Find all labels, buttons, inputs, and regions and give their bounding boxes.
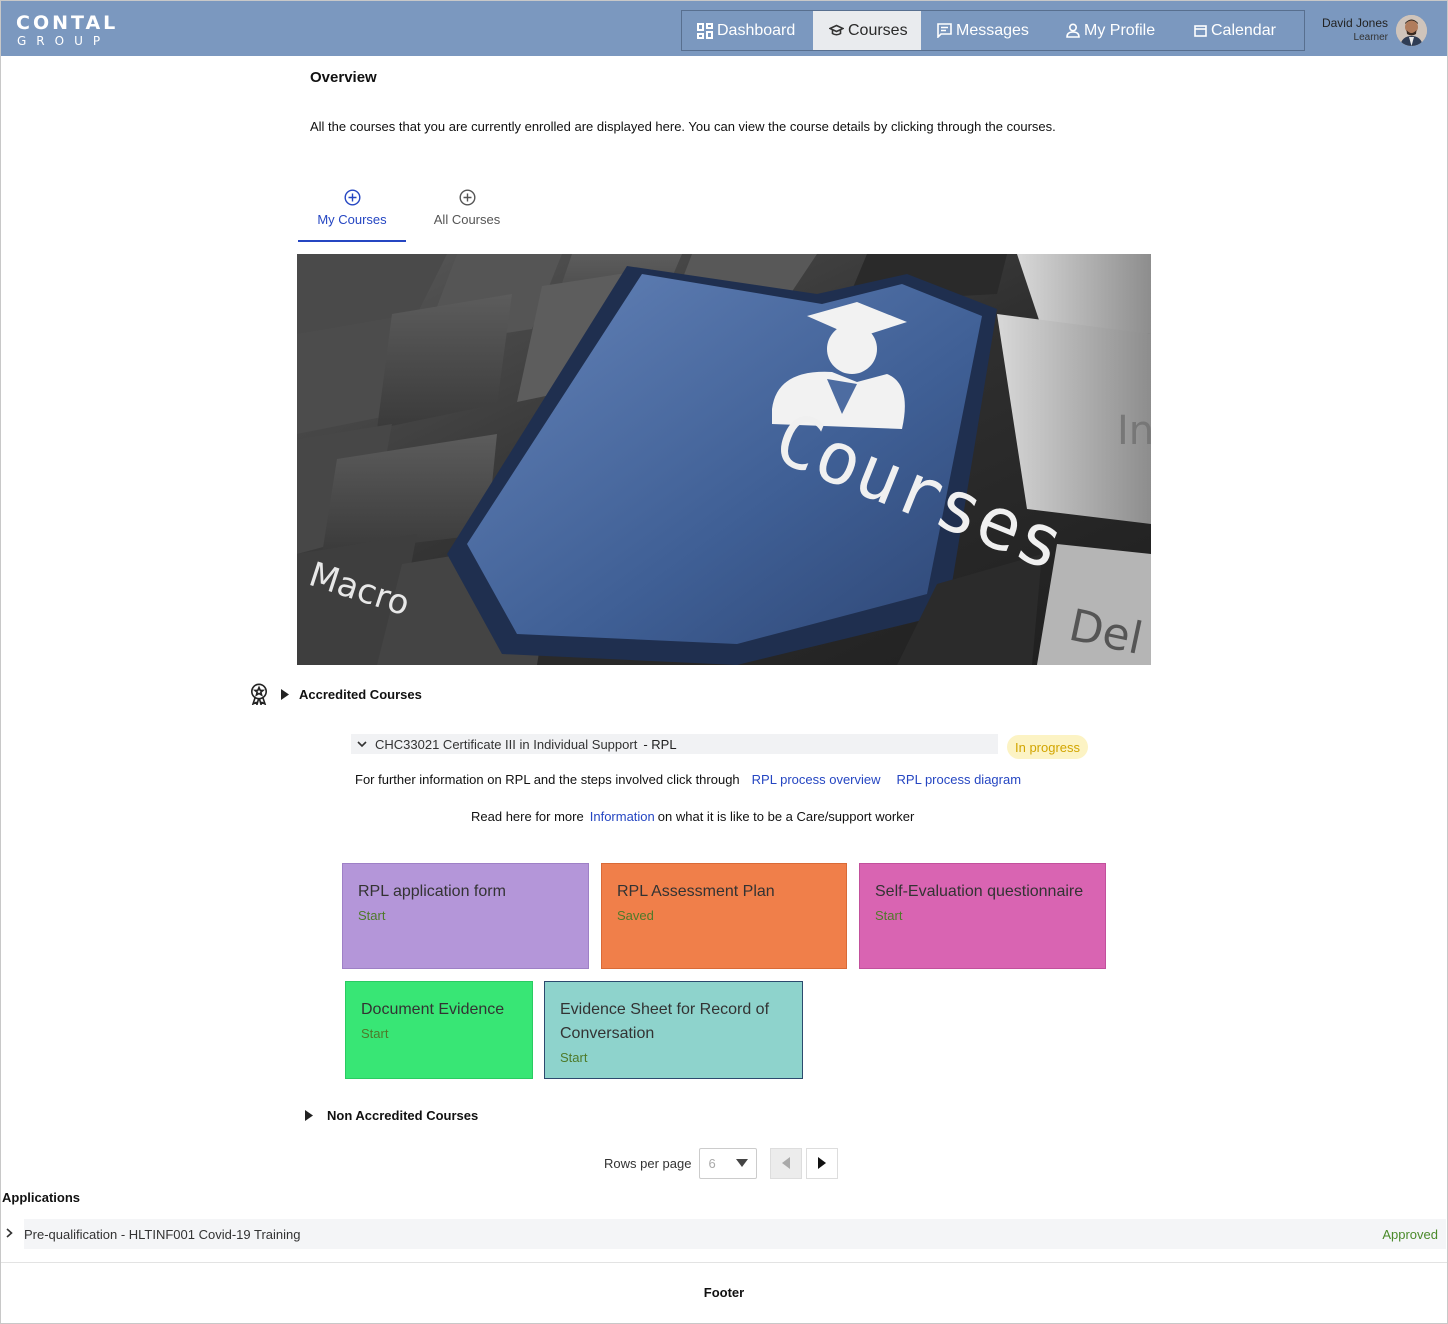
- card-status: Start: [560, 1050, 588, 1065]
- certificate-icon: [251, 683, 267, 705]
- tab-my-courses[interactable]: My Courses: [298, 186, 406, 242]
- brand-logo[interactable]: CONTAL GROUP: [16, 13, 118, 49]
- course-row[interactable]: CHC33021 Certificate III in Individual S…: [351, 734, 998, 754]
- nav-my-profile-label: My Profile: [1084, 21, 1156, 39]
- information-link[interactable]: Information: [590, 809, 655, 824]
- care-worker-info-line: Read here for more Information on what i…: [471, 809, 914, 824]
- user-name: David Jones: [1321, 16, 1388, 30]
- message-icon: [937, 23, 952, 38]
- info-prefix: Read here for more: [471, 809, 584, 824]
- info-suffix: on what it is like to be a Care/support …: [657, 809, 915, 824]
- rows-per-page-label: Rows per page: [604, 1155, 692, 1171]
- graduation-cap-icon: [829, 24, 844, 36]
- arrow-right-icon: [818, 1157, 827, 1169]
- page-title: Overview: [310, 69, 377, 86]
- nav-my-profile[interactable]: My Profile: [1046, 11, 1176, 50]
- card-status: Start: [358, 908, 386, 923]
- accredited-courses-label: Accredited Courses: [299, 686, 422, 702]
- accredited-courses-toggle[interactable]: Accredited Courses: [249, 682, 422, 706]
- page-description: All the courses that you are currently e…: [310, 119, 1056, 134]
- applications-title: Applications: [2, 1190, 81, 1205]
- add-circle-icon: [343, 189, 361, 206]
- nav-courses[interactable]: Courses: [813, 11, 921, 50]
- status-badge: In progress: [1007, 735, 1089, 759]
- arrow-left-icon: [782, 1157, 791, 1169]
- dropdown-arrow-icon: [736, 1159, 749, 1167]
- course-title: CHC33021 Certificate III in Individual S…: [375, 736, 638, 752]
- card-status: Start: [361, 1026, 389, 1041]
- nav-calendar[interactable]: Calendar: [1176, 11, 1304, 50]
- brand-line-1: CONTAL: [16, 12, 119, 34]
- main-nav: Dashboard Courses Messages My Profile Ca…: [681, 10, 1305, 51]
- card-document-evidence[interactable]: Document Evidence Start: [345, 981, 533, 1079]
- application-status: Approved: [1382, 1227, 1438, 1242]
- footer: Footer: [1, 1262, 1447, 1323]
- card-title: Evidence Sheet for Record of Conversatio…: [560, 1001, 770, 1042]
- chevron-right-icon: [6, 1228, 13, 1238]
- previous-page-button[interactable]: [770, 1147, 803, 1179]
- rpl-info-line: For further information on RPL and the s…: [355, 772, 1021, 787]
- rows-per-page-value: 6: [708, 1155, 716, 1171]
- user-role: Learner: [1353, 32, 1388, 43]
- nav-calendar-label: Calendar: [1211, 21, 1276, 39]
- rows-per-page-select[interactable]: 6: [699, 1147, 758, 1179]
- calendar-icon: [1194, 25, 1207, 37]
- card-title: Self-Evaluation questionnaire: [875, 883, 1084, 900]
- next-page-button[interactable]: [806, 1147, 839, 1179]
- pagination: Rows per page 6: [604, 1147, 839, 1179]
- non-accredited-courses-toggle[interactable]: Non Accredited Courses: [305, 1105, 478, 1125]
- nav-messages[interactable]: Messages: [921, 11, 1046, 50]
- card-title: Document Evidence: [361, 1001, 505, 1018]
- tab-all-courses[interactable]: All Courses: [422, 186, 512, 242]
- tab-all-courses-label: All Courses: [433, 212, 501, 227]
- card-self-evaluation-questionnaire[interactable]: Self-Evaluation questionnaire Start: [859, 863, 1106, 969]
- nav-dashboard[interactable]: Dashboard: [682, 11, 813, 50]
- card-title: RPL application form: [358, 883, 506, 900]
- card-rpl-assessment-plan[interactable]: RPL Assessment Plan Saved: [601, 863, 847, 969]
- application-row[interactable]: Pre-qualification - HLTINF001 Covid-19 T…: [24, 1219, 1446, 1249]
- avatar[interactable]: [1396, 15, 1427, 46]
- hero-in-text: In: [1117, 408, 1151, 454]
- rpl-process-diagram-link[interactable]: RPL process diagram: [897, 772, 1022, 787]
- card-status: Saved: [617, 908, 654, 923]
- courses-hero-image: Courses Macro Del In: [297, 254, 1151, 665]
- non-accredited-courses-label: Non Accredited Courses: [327, 1107, 479, 1123]
- card-title: RPL Assessment Plan: [617, 883, 775, 900]
- person-icon: [1066, 23, 1080, 38]
- card-status: Start: [875, 908, 903, 923]
- application-label: Pre-qualification - HLTINF001 Covid-19 T…: [24, 1226, 301, 1242]
- expand-triangle-icon: [281, 688, 289, 700]
- card-evidence-sheet-record-of-conversation[interactable]: Evidence Sheet for Record of Conversatio…: [544, 981, 803, 1079]
- nav-messages-label: Messages: [956, 21, 1029, 39]
- expand-triangle-icon: [305, 1109, 313, 1121]
- course-suffix: - RPL: [643, 736, 677, 752]
- rpl-info-text: For further information on RPL and the s…: [355, 772, 740, 787]
- tab-my-courses-label: My Courses: [317, 212, 387, 227]
- user-info[interactable]: David Jones Learner: [1316, 16, 1388, 45]
- nav-courses-label: Courses: [848, 21, 908, 39]
- nav-dashboard-label: Dashboard: [717, 21, 796, 39]
- add-circle-icon: [458, 189, 476, 206]
- chevron-down-icon: [357, 740, 367, 747]
- rpl-process-overview-link[interactable]: RPL process overview: [752, 772, 881, 787]
- card-rpl-application-form[interactable]: RPL application form Start: [342, 863, 589, 969]
- brand-line-2: GROUP: [17, 34, 111, 48]
- dashboard-icon: [697, 22, 713, 39]
